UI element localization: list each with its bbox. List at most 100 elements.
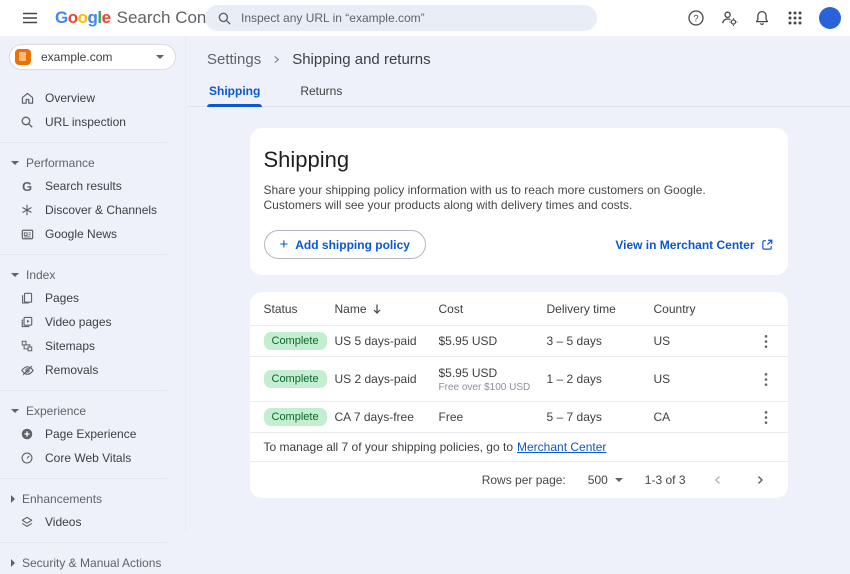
policy-delivery-time: 3 – 5 days [547, 334, 654, 348]
news-icon [19, 226, 35, 242]
user-settings-icon[interactable] [716, 5, 742, 31]
table-row[interactable]: Complete US 2 days-paid $5.95 USD Free o… [250, 357, 788, 402]
section-label: Security & Manual Actions [22, 556, 161, 570]
policy-country: US [654, 334, 758, 348]
status-badge: Complete [264, 332, 327, 350]
table-row[interactable]: Complete US 5 days-paid $5.95 USD 3 – 5 … [250, 326, 788, 357]
view-in-merchant-center-link[interactable]: View in Merchant Center [615, 238, 773, 252]
policy-name: CA 7 days-free [335, 410, 439, 424]
row-menu-kebab-icon[interactable] [758, 329, 774, 353]
logo-letter: o [78, 8, 88, 28]
sitemap-tree-icon [19, 338, 35, 354]
sidebar-section-performance[interactable]: Performance [0, 151, 185, 174]
tab-returns[interactable]: Returns [298, 82, 344, 106]
merchant-center-link[interactable]: Merchant Center [517, 440, 606, 454]
row-menu-kebab-icon[interactable] [758, 367, 774, 391]
policy-cost-note: Free over $100 USD [439, 382, 547, 393]
property-selector[interactable]: example.com [9, 44, 176, 70]
previous-page-icon[interactable] [708, 470, 728, 490]
row-menu-kebab-icon[interactable] [758, 405, 774, 429]
sidebar-section-security-manual-actions[interactable]: Security & Manual Actions [0, 551, 185, 574]
discover-asterisk-icon [19, 202, 35, 218]
sidebar-item-url-inspection[interactable]: URL inspection [0, 110, 185, 134]
property-name: example.com [41, 50, 112, 64]
policy-delivery-time: 1 – 2 days [547, 372, 654, 386]
page-title: Shipping [264, 147, 774, 173]
sidebar-item-removals[interactable]: Removals [0, 358, 185, 382]
sidebar-item-label: Search results [45, 179, 122, 193]
breadcrumb: Settings Shipping and returns [187, 36, 850, 68]
sidebar-section-experience[interactable]: Experience [0, 399, 185, 422]
sidebar-item-pages[interactable]: Pages [0, 286, 185, 310]
sidebar-item-label: Video pages [45, 315, 112, 329]
chevron-down-icon [156, 55, 164, 59]
table-row[interactable]: Complete CA 7 days-free Free 5 – 7 days … [250, 402, 788, 433]
divider [0, 142, 167, 143]
breadcrumb-current: Shipping and returns [292, 51, 430, 68]
sidebar-item-label: Pages [45, 291, 79, 305]
policy-country: US [654, 372, 758, 386]
rows-per-page-value: 500 [588, 473, 608, 487]
account-avatar[interactable] [819, 7, 841, 29]
sidebar-item-label: Core Web Vitals [45, 451, 131, 465]
shipping-info-card: Shipping Share your shipping policy info… [250, 128, 788, 275]
home-icon [19, 90, 35, 106]
search-input[interactable] [241, 11, 585, 25]
sidebar-item-videos[interactable]: Videos [0, 510, 185, 534]
rows-per-page-label: Rows per page: [482, 473, 566, 487]
plus-circle-icon [19, 426, 35, 442]
external-link-icon [761, 238, 774, 251]
section-label: Experience [26, 404, 86, 418]
sidebar-item-sitemaps[interactable]: Sitemaps [0, 334, 185, 358]
policy-cost: $5.95 USD [439, 366, 547, 380]
add-shipping-policy-button[interactable]: + Add shipping policy [264, 230, 426, 259]
sidebar-item-page-experience[interactable]: Page Experience [0, 422, 185, 446]
logo-letter: g [88, 8, 98, 28]
policy-name: US 2 days-paid [335, 372, 439, 386]
pagination-bar: Rows per page: 500 1-3 of 3 [250, 462, 788, 498]
sidebar-item-core-web-vitals[interactable]: Core Web Vitals [0, 446, 185, 470]
status-badge: Complete [264, 408, 327, 426]
column-header-name[interactable]: Name [335, 302, 439, 316]
policy-country: CA [654, 410, 758, 424]
sidebar-item-label: URL inspection [45, 115, 126, 129]
rows-per-page-select[interactable]: 500 [588, 473, 623, 487]
column-header-cost[interactable]: Cost [439, 302, 547, 316]
next-page-icon[interactable] [750, 470, 770, 490]
pages-icon [19, 290, 35, 306]
footer-note-text: To manage all 7 of your shipping policie… [264, 440, 514, 454]
sidebar-item-overview[interactable]: Overview [0, 86, 185, 110]
section-label: Enhancements [22, 492, 102, 506]
divider [0, 254, 167, 255]
tab-shipping[interactable]: Shipping [207, 82, 262, 106]
policy-cost: Free [439, 410, 547, 424]
sidebar-section-enhancements[interactable]: Enhancements [0, 487, 185, 510]
shipping-policies-table: Status Name Cost Delivery time Country C… [250, 292, 788, 498]
gauge-icon [19, 450, 35, 466]
menu-icon[interactable] [18, 6, 42, 30]
google-g-icon: G [19, 178, 35, 194]
description-line: Share your shipping policy information w… [264, 183, 774, 198]
chevron-down-icon [11, 409, 19, 413]
sidebar-item-discover-channels[interactable]: Discover & Channels [0, 198, 185, 222]
sidebar-section-index[interactable]: Index [0, 263, 185, 286]
sidebar-item-label: Page Experience [45, 427, 136, 441]
policy-delivery-time: 5 – 7 days [547, 410, 654, 424]
section-label: Performance [26, 156, 95, 170]
url-inspect-searchbar[interactable] [205, 5, 597, 31]
sidebar-item-label: Sitemaps [45, 339, 95, 353]
breadcrumb-settings[interactable]: Settings [207, 51, 261, 68]
column-header-country[interactable]: Country [654, 302, 758, 316]
sidebar-item-search-results[interactable]: G Search results [0, 174, 185, 198]
table-footer-note: To manage all 7 of your shipping policie… [250, 433, 788, 462]
apps-grid-icon[interactable] [782, 5, 808, 31]
logo-letter: o [68, 8, 78, 28]
sidebar-item-video-pages[interactable]: Video pages [0, 310, 185, 334]
chevron-down-icon [11, 273, 19, 277]
notifications-bell-icon[interactable] [749, 5, 775, 31]
column-header-delivery-time[interactable]: Delivery time [547, 302, 654, 316]
column-header-status[interactable]: Status [264, 302, 335, 316]
divider [0, 542, 167, 543]
help-icon[interactable]: ? [683, 5, 709, 31]
sidebar-item-google-news[interactable]: Google News [0, 222, 185, 246]
